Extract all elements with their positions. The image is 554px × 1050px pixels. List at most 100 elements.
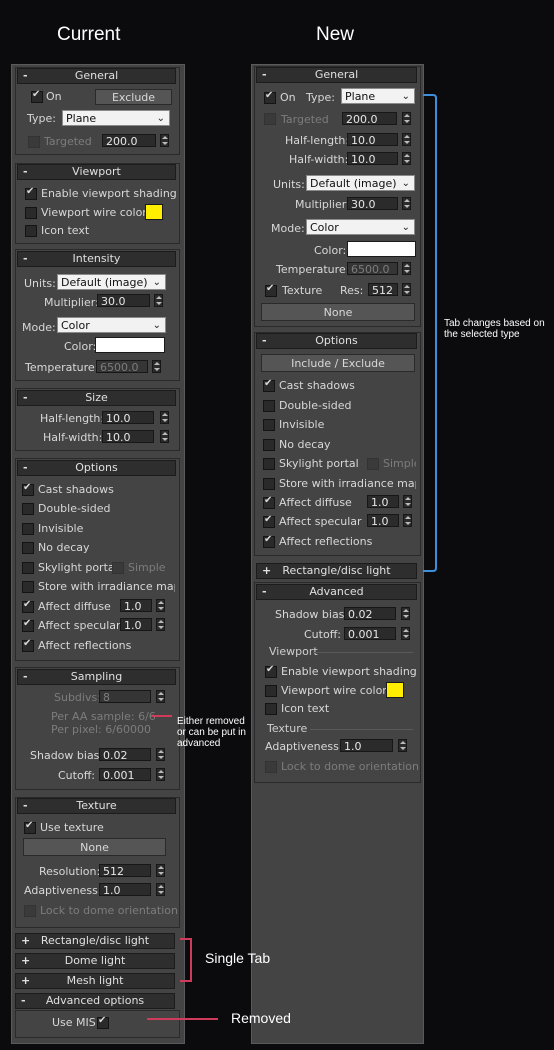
new-wire-color-swatch[interactable] [386, 682, 404, 698]
current-affect-specular-spinner[interactable] [156, 618, 165, 631]
new-half-width-value[interactable]: 10.0 [347, 152, 398, 166]
new-skylight-portal-checkbox[interactable] [263, 458, 275, 470]
new-type-dropdown[interactable]: Plane ⌄ [341, 88, 415, 104]
new-multiplier-value[interactable]: 30.0 [347, 197, 398, 211]
current-options-header[interactable]: - Options [17, 460, 176, 476]
current-mode-dropdown[interactable]: Color ⌄ [57, 317, 166, 333]
current-intensity-header[interactable]: - Intensity [17, 251, 176, 267]
new-res-value[interactable]: 512 [368, 283, 398, 297]
current-multiplier-spinner[interactable] [154, 294, 163, 307]
new-half-length-spinner[interactable] [402, 133, 411, 146]
new-cast-shadows-checkbox[interactable] [263, 378, 275, 392]
new-res-spinner[interactable] [402, 283, 411, 296]
current-temperature-spinner[interactable] [152, 360, 161, 373]
current-color-swatch[interactable] [95, 337, 165, 353]
new-affect-reflections-checkbox[interactable] [263, 534, 275, 548]
current-temperature-value[interactable]: 6500.0 [96, 360, 148, 374]
current-mesh-tab[interactable]: + Mesh light [15, 973, 175, 989]
new-affect-diffuse-value[interactable]: 1.0 [367, 495, 399, 509]
current-half-width-value[interactable]: 10.0 [102, 430, 154, 444]
new-targeted-value[interactable]: 200.0 [342, 112, 397, 126]
current-on-checkbox[interactable] [31, 89, 43, 103]
current-half-length-value[interactable]: 10.0 [102, 411, 154, 425]
new-shadow-bias-spinner[interactable] [401, 607, 410, 620]
new-include-exclude-button[interactable]: Include / Exclude [261, 354, 415, 372]
new-half-width-spinner[interactable] [402, 152, 411, 165]
current-targeted-value[interactable]: 200.0 [102, 134, 156, 148]
new-cutoff-spinner[interactable] [401, 627, 410, 640]
new-texture-checkbox[interactable] [265, 283, 277, 297]
new-affect-specular-checkbox[interactable] [263, 514, 275, 528]
current-targeted-spinner[interactable] [160, 134, 169, 147]
new-double-sided-checkbox[interactable] [263, 400, 275, 412]
new-temperature-spinner[interactable] [402, 262, 411, 275]
new-lock-dome-checkbox[interactable] [265, 761, 277, 773]
current-size-header[interactable]: - Size [17, 390, 176, 406]
current-viewport-header[interactable]: - Viewport [17, 164, 176, 180]
current-adaptiveness-value[interactable]: 1.0 [99, 883, 151, 897]
new-options-header[interactable]: - Options [256, 333, 417, 349]
new-general-header[interactable]: - General [256, 67, 417, 83]
current-type-dropdown[interactable]: Plane ⌄ [62, 110, 170, 126]
current-use-mis-checkbox[interactable] [97, 1015, 109, 1029]
new-color-swatch[interactable] [347, 241, 416, 257]
current-rect-disc-tab[interactable]: + Rectangle/disc light [15, 933, 175, 949]
current-use-texture-checkbox[interactable] [24, 820, 36, 834]
current-lock-dome-checkbox[interactable] [24, 905, 36, 917]
new-adaptiveness-spinner[interactable] [398, 739, 407, 752]
current-store-irradiance-checkbox[interactable] [22, 581, 34, 593]
current-affect-diffuse-value[interactable]: 1.0 [120, 599, 152, 613]
new-affect-diffuse-checkbox[interactable] [263, 495, 275, 509]
current-affect-specular-checkbox[interactable] [22, 618, 34, 632]
current-subdivs-spinner[interactable] [156, 690, 165, 703]
new-wire-color-checkbox[interactable] [265, 685, 277, 697]
new-adaptiveness-value[interactable]: 1.0 [340, 739, 393, 753]
new-affect-diffuse-spinner[interactable] [403, 495, 412, 508]
current-texture-none-button[interactable]: None [23, 838, 166, 856]
current-texture-header[interactable]: - Texture [17, 798, 176, 814]
current-exclude-button[interactable]: Exclude [95, 89, 172, 105]
new-mode-dropdown[interactable]: Color ⌄ [306, 219, 415, 235]
new-multiplier-spinner[interactable] [402, 197, 411, 210]
current-enable-shading-checkbox[interactable] [25, 186, 37, 200]
new-affect-specular-spinner[interactable] [403, 514, 412, 527]
new-rect-disc-tab[interactable]: + Rectangle/disc light [256, 563, 417, 579]
current-affect-diffuse-spinner[interactable] [156, 599, 165, 612]
current-affect-diffuse-checkbox[interactable] [22, 599, 34, 613]
new-store-irradiance-checkbox[interactable] [263, 478, 275, 490]
new-icon-text-checkbox[interactable] [265, 703, 277, 715]
current-skylight-portal-checkbox[interactable] [22, 562, 34, 574]
new-targeted-spinner[interactable] [402, 112, 411, 125]
current-shadow-bias-value[interactable]: 0.02 [99, 748, 151, 762]
new-advanced-header[interactable]: - Advanced [256, 584, 417, 600]
new-affect-specular-value[interactable]: 1.0 [367, 514, 399, 528]
current-advanced-options-tab[interactable]: - Advanced options [15, 993, 175, 1009]
current-wire-color-checkbox[interactable] [25, 207, 37, 219]
current-invisible-checkbox[interactable] [22, 523, 34, 535]
current-resolution-spinner[interactable] [156, 864, 165, 877]
new-no-decay-checkbox[interactable] [263, 439, 275, 451]
new-half-length-value[interactable]: 10.0 [347, 133, 398, 147]
new-on-checkbox[interactable] [264, 90, 276, 104]
current-wire-color-swatch[interactable] [145, 204, 163, 220]
current-units-dropdown[interactable]: Default (image) ⌄ [57, 274, 166, 290]
current-general-header[interactable]: - General [17, 68, 176, 84]
new-simple-checkbox[interactable] [367, 458, 379, 470]
current-cutoff-value[interactable]: 0.001 [99, 768, 151, 782]
new-units-dropdown[interactable]: Default (image) ⌄ [306, 175, 415, 191]
current-half-width-spinner[interactable] [160, 430, 169, 443]
current-subdivs-value[interactable]: 8 [99, 690, 151, 704]
current-affect-specular-value[interactable]: 1.0 [120, 618, 152, 632]
current-multiplier-value[interactable]: 30.0 [97, 294, 150, 308]
new-temperature-value[interactable]: 6500.0 [347, 262, 398, 276]
current-adaptiveness-spinner[interactable] [156, 883, 165, 896]
new-texture-none-button[interactable]: None [261, 303, 415, 321]
new-targeted-checkbox[interactable] [264, 113, 276, 125]
current-no-decay-checkbox[interactable] [22, 542, 34, 554]
current-sampling-header[interactable]: - Sampling [17, 669, 176, 685]
current-resolution-value[interactable]: 512 [99, 864, 151, 878]
new-cutoff-value[interactable]: 0.001 [344, 627, 396, 641]
current-icon-text-checkbox[interactable] [25, 225, 37, 237]
current-affect-reflections-checkbox[interactable] [22, 638, 34, 652]
current-double-sided-checkbox[interactable] [22, 503, 34, 515]
